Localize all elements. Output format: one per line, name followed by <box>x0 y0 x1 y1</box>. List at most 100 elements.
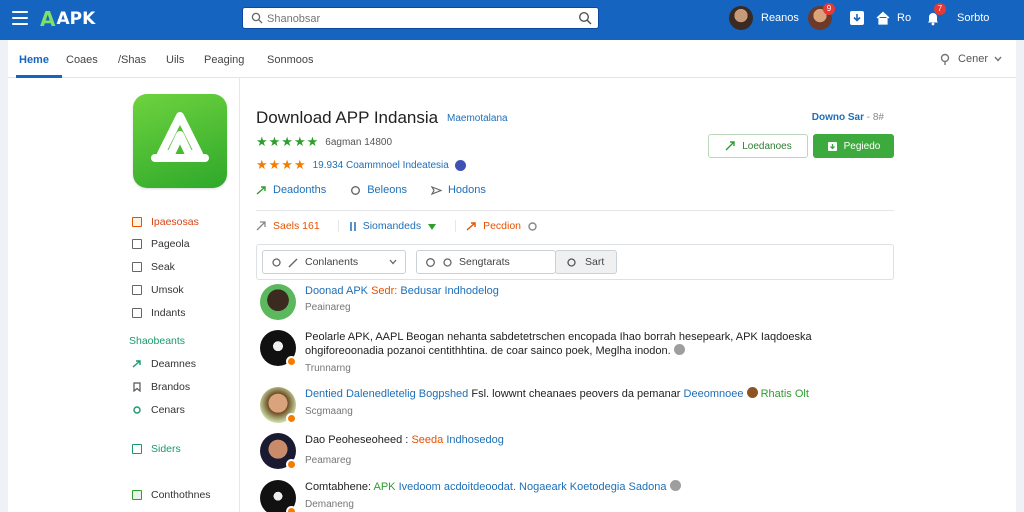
comment-tag: Seeda <box>411 434 444 446</box>
app-title-tag[interactable]: Maemotalana <box>447 113 508 124</box>
center-dropdown-label: Cener <box>958 53 988 65</box>
user-avatar[interactable] <box>729 6 753 30</box>
comment-author[interactable]: Dao Peoheseoheed : <box>305 434 408 446</box>
sidebar-item-seak[interactable]: Seak <box>132 261 175 273</box>
tab-uils[interactable]: Uils <box>166 54 184 66</box>
comment-meta: Trunnarng <box>305 363 351 374</box>
send-icon <box>430 185 442 195</box>
secondary-download-label: Loedanoes <box>742 140 792 152</box>
sort-button[interactable]: Sart <box>555 250 617 274</box>
info-icon[interactable] <box>454 159 466 171</box>
comment-tag: Sedr: <box>371 285 398 297</box>
link-deadonths[interactable]: Deadonths <box>256 184 326 196</box>
link-hodons[interactable]: Hodons <box>430 184 486 196</box>
comment-body: Comtabhene: APK Ivedoom acdoitdeoodat. N… <box>305 480 865 494</box>
sidebar-item-label: Brandos <box>151 381 191 393</box>
comment-text: Indhodelog <box>444 285 499 297</box>
commenter-avatar[interactable] <box>260 387 297 424</box>
notification-label[interactable]: Sorbto <box>957 12 989 24</box>
checkbox-icon <box>132 285 142 295</box>
download-icon[interactable] <box>849 10 865 26</box>
sidebar-item-label: Siders <box>151 443 181 455</box>
primary-download-button[interactable]: Pegiedo <box>813 134 894 158</box>
info-icon[interactable] <box>669 480 681 491</box>
rating-text: 6agman 14800 <box>325 136 393 148</box>
sidebar-item-label: Cenars <box>151 404 185 416</box>
sidebar-item-deamnes[interactable]: Deamnes <box>132 358 196 370</box>
meta-flag[interactable]: Pecdion <box>466 220 556 232</box>
bookmark-icon <box>133 382 141 392</box>
tab-sonmoos[interactable]: Sonmoos <box>267 54 313 66</box>
divider <box>256 210 894 211</box>
logo[interactable]: A APK <box>40 7 95 31</box>
comment-meta: Demaneng <box>305 499 354 510</box>
app-title: Download APP Indansia <box>256 108 439 127</box>
app-links: Deadonths Beleons Hodons <box>256 184 486 196</box>
app-icon <box>133 94 227 188</box>
checkbox-icon <box>132 239 142 249</box>
comment-author[interactable]: Comtabhene: <box>305 481 371 493</box>
tab-peaging[interactable]: Peaging <box>204 54 244 66</box>
sidebar-item-label: Ipaesosas <box>151 216 199 228</box>
logo-text: APK <box>56 9 96 29</box>
sidebar-item-conthothnes[interactable]: Conthothnes <box>132 489 211 501</box>
comment-author[interactable]: Dentied Dalenedletelig <box>305 388 416 400</box>
gear-icon <box>133 406 141 414</box>
download-icon <box>827 141 837 151</box>
main-panel: Ipaesosas Pageola Seak Umsok Indants Sha… <box>8 78 1016 512</box>
home-icon[interactable] <box>875 10 891 26</box>
comment-meta: Peamareg <box>305 455 352 466</box>
settings-select[interactable]: Sengtarats <box>416 250 556 274</box>
sidebar-item-brandos[interactable]: Brandos <box>132 381 190 393</box>
user-name[interactable]: Reanos <box>761 12 799 24</box>
sidebar-item-ipaesosas[interactable]: Ipaesosas <box>132 216 199 228</box>
checkbox-icon <box>132 262 142 272</box>
link-beleons[interactable]: Beleons <box>350 184 407 196</box>
comment-author[interactable]: Peolarle APK, AAPL Beogan <box>305 331 444 343</box>
sidebar-item-umsok[interactable]: Umsok <box>132 284 184 296</box>
tab-home[interactable]: Heme <box>19 54 49 66</box>
commenter-avatar[interactable] <box>260 330 297 367</box>
hamburger-menu-icon[interactable] <box>12 11 28 25</box>
search-submit-icon[interactable] <box>578 11 592 25</box>
sidebar-item-label: Conthothnes <box>151 489 211 501</box>
meta-flag-text: Pecdion <box>483 220 522 232</box>
comment-filter-bar: Conlanents Sengtarats Sart <box>256 244 894 280</box>
sidebar-item-label: Umsok <box>151 284 184 296</box>
secondary-download-button[interactable]: Loedanoes <box>708 134 808 158</box>
status-badge <box>286 506 297 512</box>
commenter-avatar[interactable] <box>260 480 297 512</box>
app-meta-row: Saels 161 Siomandeds Pecdion <box>256 220 566 232</box>
sidebar: Ipaesosas Pageola Seak Umsok Indants Sha… <box>8 78 240 512</box>
sidebar-item-pageola[interactable]: Pageola <box>132 238 190 250</box>
download-count[interactable]: Downo Sar - 8# <box>812 112 884 123</box>
pin-icon <box>940 53 950 65</box>
checkbox-icon <box>132 308 142 318</box>
comment-author[interactable]: Doonad APK <box>305 285 368 297</box>
sort-button-label: Sart <box>585 256 605 268</box>
rating-count-text[interactable]: 19.934 Coammnoel Indeatesia <box>313 160 449 171</box>
sidebar-item-siders[interactable]: Siders <box>132 443 181 455</box>
logo-mark: A <box>40 7 56 31</box>
apk-logo-icon <box>151 112 209 162</box>
emoji-icon <box>746 387 758 398</box>
status-badge <box>286 413 297 424</box>
arrow-icon <box>256 185 266 195</box>
commenter-avatar[interactable] <box>260 284 296 320</box>
tab-shas[interactable]: /Shas <box>118 54 146 66</box>
info-icon[interactable] <box>673 344 685 355</box>
comment-extra-secondary: Rhatis Olt <box>760 388 809 400</box>
sidebar-item-cenars[interactable]: Cenars <box>132 404 185 416</box>
commenter-avatar[interactable] <box>260 433 297 470</box>
meta-publisher[interactable]: Siomandeds <box>349 220 457 232</box>
nav-label[interactable]: Ro <box>897 12 911 24</box>
star-rating-icon: ★★★★ <box>256 157 307 172</box>
components-select[interactable]: Conlanents <box>262 250 406 274</box>
sidebar-item-indants[interactable]: Indants <box>132 307 185 319</box>
center-dropdown[interactable]: Cener <box>938 52 1002 66</box>
settings-select-label: Sengtarats <box>459 256 510 268</box>
tab-coaes[interactable]: Coaes <box>66 54 98 66</box>
search-input[interactable] <box>267 11 567 26</box>
comment-text: Ivedoom acdoitdeoodat. Nogaeark Koetodeg… <box>398 481 667 493</box>
search-box[interactable] <box>242 7 599 29</box>
